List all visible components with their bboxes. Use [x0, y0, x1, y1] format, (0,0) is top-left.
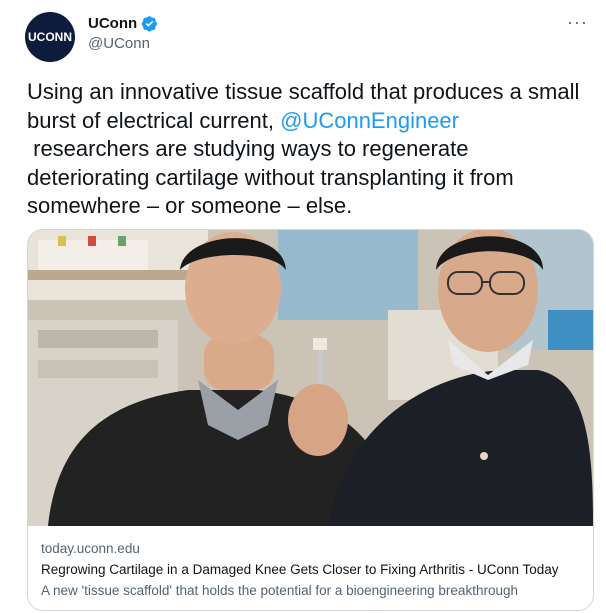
researchers-photo — [28, 230, 593, 526]
card-image[interactable] — [28, 230, 593, 526]
more-options-icon[interactable]: ··· — [567, 12, 588, 33]
tweet-text-after: researchers are studying ways to regener… — [27, 136, 514, 218]
card-domain: today.uconn.edu — [41, 541, 140, 556]
author-name-row[interactable]: UConn — [88, 15, 158, 32]
mention-link[interactable]: @UConnEngineer — [280, 108, 459, 133]
verified-badge-icon — [141, 16, 158, 32]
avatar-logo-text: UCONN — [28, 30, 72, 44]
link-card[interactable]: today.uconn.edu Regrowing Cartilage in a… — [27, 229, 594, 611]
author-display-name[interactable]: UConn — [88, 15, 137, 32]
card-title[interactable]: Regrowing Cartilage in a Damaged Knee Ge… — [41, 559, 580, 580]
tweet-text: Using an innovative tissue scaffold that… — [27, 78, 587, 221]
author-block: UConn @UConn — [88, 15, 158, 52]
card-meta: today.uconn.edu Regrowing Cartilage in a… — [28, 526, 593, 601]
card-description: A new 'tissue scaffold' that holds the p… — [41, 583, 518, 598]
avatar[interactable]: UCONN — [25, 12, 75, 62]
author-handle[interactable]: @UConn — [88, 35, 158, 52]
